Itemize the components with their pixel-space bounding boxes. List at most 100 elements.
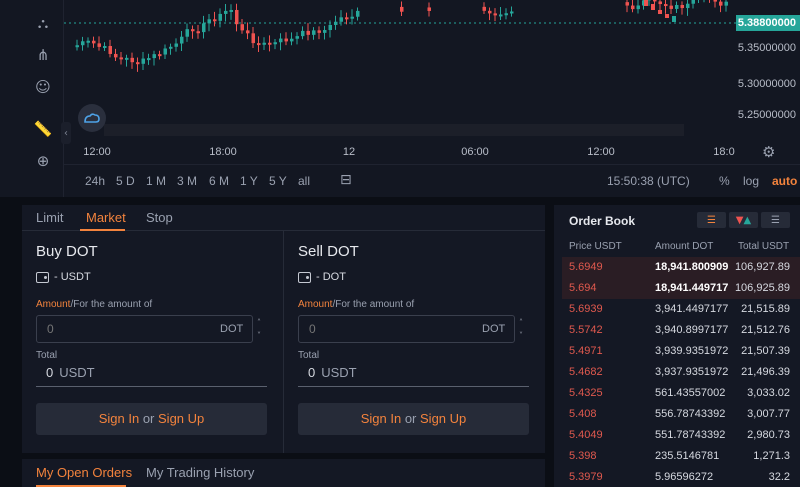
exchange-screen: ⛬ ⋔ ☺ 📏 ⊕ ‹ 5.35000000 5.30000000 5.2500… [0,0,800,487]
time-label: 12 [342,146,356,158]
candle-body [482,6,486,11]
chevron-up-icon[interactable]: ˄ [257,316,267,329]
zoom-in-icon[interactable]: ⊕ [32,150,54,172]
candle-body [284,38,288,42]
gear-icon[interactable]: ⚙ [762,143,780,161]
order-book-total: 2,980.73 [747,429,790,441]
tab-open-orders[interactable]: My Open Orders [36,465,132,480]
candle-body [312,30,316,35]
candle-body [191,29,195,32]
buy-total-field[interactable]: 0 USDT [36,365,267,387]
order-book-row[interactable]: 5.6949 18,941.800909 106,927.89 [562,257,800,278]
order-book-price: 5.4971 [569,345,603,357]
book-mode-split-icon[interactable]: ▼ ▲ [729,212,758,228]
node-tool-icon[interactable]: ⛬ [32,12,54,34]
tab-limit[interactable]: Limit [36,210,63,225]
utc-clock[interactable]: 15:50:38 (UTC) [607,174,690,188]
book-mode-all-icon[interactable]: ☰ [697,212,726,228]
candle-body [180,36,184,44]
ruler-icon[interactable]: 📏 [32,118,54,140]
order-book-row[interactable]: 5.4325 561.43557002 3,033.02 [562,383,800,404]
order-book-amount: 3,941.4497177 [655,303,729,315]
price-chart[interactable]: ⛬ ⋔ ☺ 📏 ⊕ ‹ 5.35000000 5.30000000 5.2500… [0,0,800,197]
buy-signin-button[interactable]: Sign In or Sign Up [36,403,267,435]
candle-body [169,46,173,49]
drawing-toolbar: ⛬ ⋔ ☺ 📏 ⊕ [22,0,64,197]
sign-in-link[interactable]: Sign In [361,411,401,426]
sign-up-link[interactable]: Sign Up [158,411,204,426]
candle-body [196,31,200,34]
time-axis: 12:00 18:00 12 06:00 12:00 18:0 [64,140,736,164]
order-book-row[interactable]: 5.694 18,941.449717 106,925.89 [562,278,800,299]
candle-body [158,54,162,57]
percent-toggle[interactable]: % [719,174,730,188]
range-button[interactable]: 5 D [116,174,135,188]
sign-up-link[interactable]: Sign Up [420,411,466,426]
range-button[interactable]: all [298,174,310,188]
current-price-label: 5.38800000 [736,15,800,31]
chevron-down-icon[interactable]: ˅ [257,329,267,342]
emoji-tool-icon[interactable]: ☺ [32,76,54,98]
candle-body [339,17,343,22]
candle-body [328,24,332,31]
candle-body [224,10,228,14]
sign-in-link[interactable]: Sign In [99,411,139,426]
order-book-row[interactable]: 5.4682 3,937.9351972 21,496.39 [562,362,800,383]
tab-market[interactable]: Market [86,210,126,225]
order-book-row[interactable]: 5.4971 3,939.9351972 21,507.39 [562,341,800,362]
book-mode-bids-icon[interactable]: ☰ [761,212,790,228]
candle-body [686,3,690,9]
candle-body [658,1,662,5]
candle-body [713,0,717,2]
chevron-up-icon[interactable]: ˄ [519,316,529,329]
order-book-row[interactable]: 5.6939 3,941.4497177 21,515.89 [562,299,800,320]
amount-stepper[interactable]: ˄ ˅ [519,316,529,342]
tab-trading-history[interactable]: My Trading History [146,465,254,480]
order-book-amount: 235.5146781 [655,450,720,462]
candlestick-plot [64,0,736,136]
sell-form: Sell DOT - DOT Amount/For the amount of … [283,231,545,453]
candle-body [665,14,669,18]
candle-body [114,53,118,58]
chevron-down-icon[interactable]: ˅ [519,329,529,342]
amount-unit: DOT [220,323,244,335]
log-toggle[interactable]: log [743,174,759,188]
price-label: 5.30000000 [737,78,796,90]
auto-toggle[interactable]: auto [772,174,797,188]
candle-body [350,16,354,19]
fork-tool-icon[interactable]: ⋔ [32,44,54,66]
candle-body [92,40,96,44]
buy-wallet-balance: - USDT [36,271,91,283]
candle-body [675,4,679,9]
range-button[interactable]: 6 M [209,174,229,188]
range-button[interactable]: 3 M [177,174,197,188]
order-book-total: 106,927.89 [734,261,790,273]
candle-body [499,14,503,17]
tradingview-logo-icon[interactable] [78,104,106,132]
order-book-row[interactable]: 5.3979 5.96596272 32.2 [562,467,800,487]
order-book-total: 3,007.77 [747,408,790,420]
order-book-amount: 556.78743392 [655,408,726,420]
order-book-row[interactable]: 5.5742 3,940.8997177 21,512.76 [562,320,800,341]
range-button[interactable]: 1 M [146,174,166,188]
total-label: Total [298,350,320,361]
order-book-price: 5.3979 [569,471,603,483]
range-button[interactable]: 5 Y [269,174,287,188]
range-button[interactable]: 1 Y [240,174,258,188]
chart-range-bar: 24h 5 D 1 M 3 M 6 M 1 Y 5 Y all ⊟ 15:50:… [64,164,800,197]
sell-total-field[interactable]: 0 USDT [298,365,529,387]
candle-body [664,4,668,7]
range-button[interactable]: 24h [85,174,105,188]
candle-body [240,24,244,31]
tab-stop[interactable]: Stop [146,210,173,225]
order-book-row[interactable]: 5.408 556.78743392 3,007.77 [562,404,800,425]
sell-signin-button[interactable]: Sign In or Sign Up [298,403,529,435]
order-book-row[interactable]: 5.398 235.5146781 1,271.3 [562,446,800,467]
candle-body [125,57,129,60]
candle-body [246,30,250,34]
amount-stepper[interactable]: ˄ ˅ [257,316,267,342]
order-book: Order Book ☰ ▼ ▲ ☰ Price USDT Amount DOT … [554,205,800,487]
sell-title: Sell DOT [298,243,359,260]
calendar-icon[interactable]: ⊟ [340,172,352,188]
order-book-row[interactable]: 5.4049 551.78743392 2,980.73 [562,425,800,446]
